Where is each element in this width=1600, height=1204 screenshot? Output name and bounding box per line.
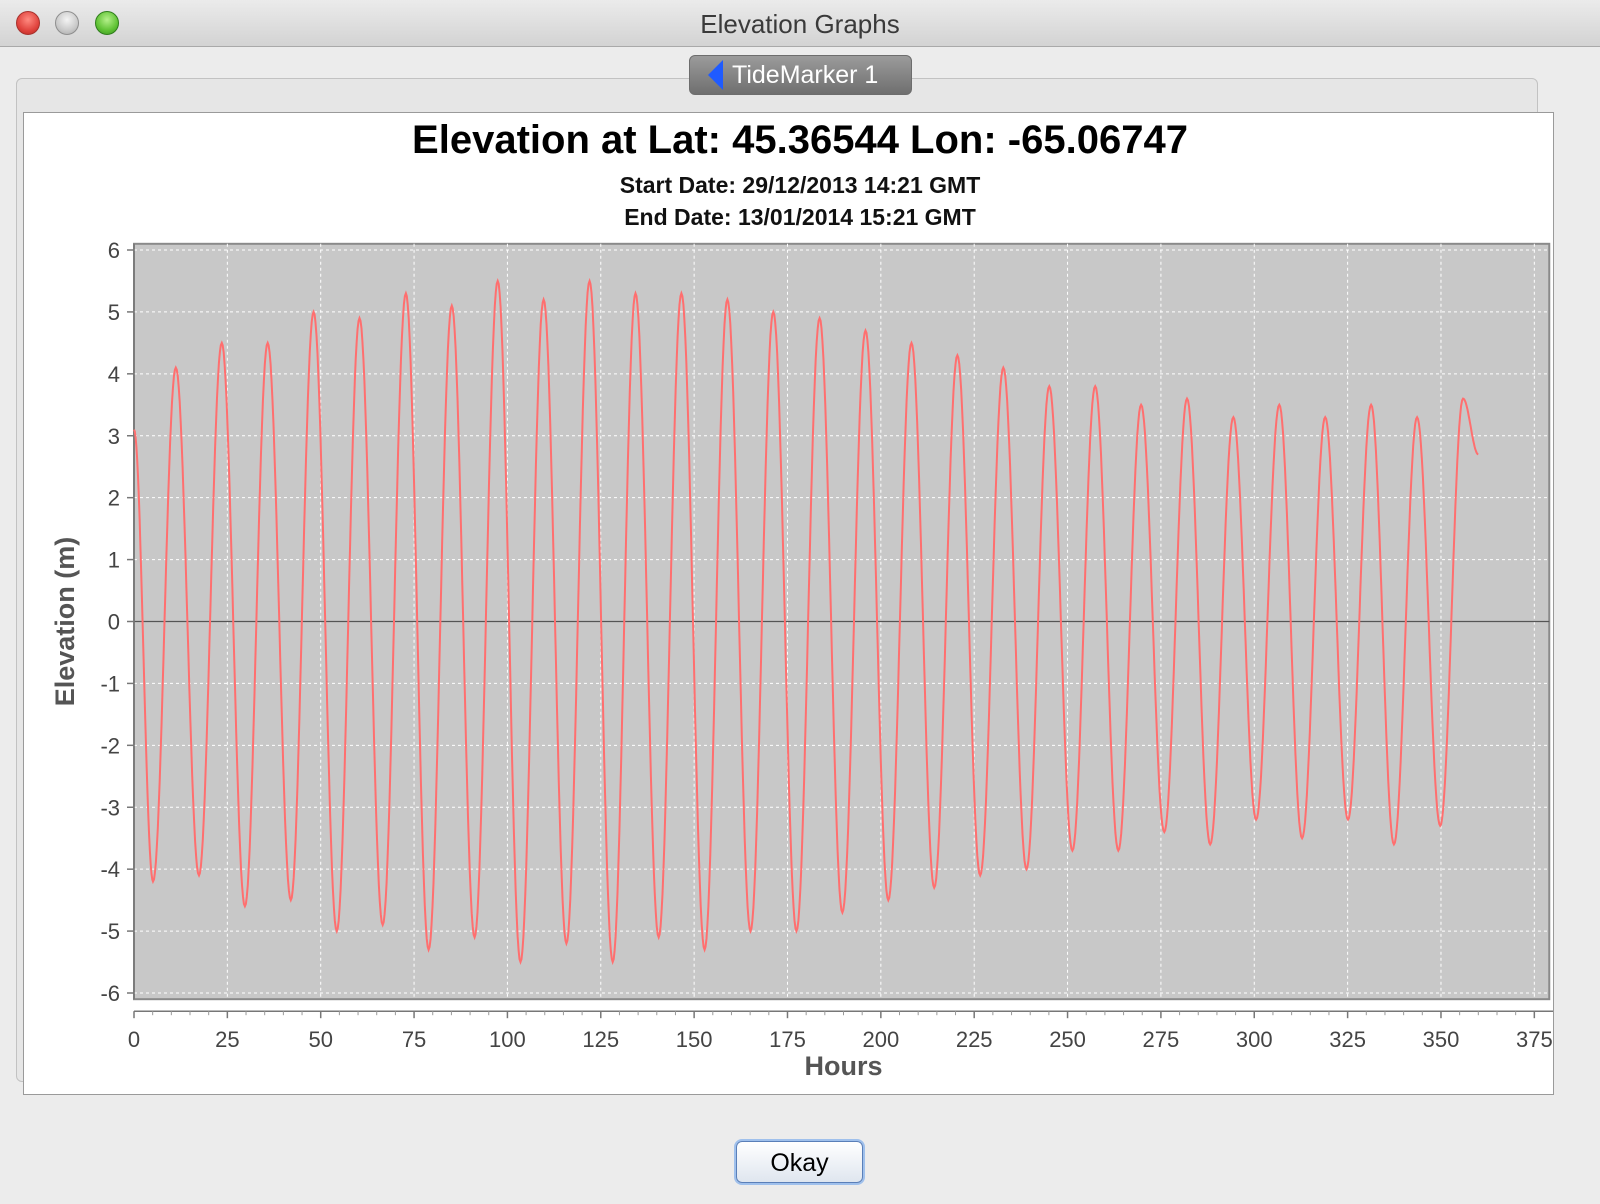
tab-tidemarker[interactable]: TideMarker 1 (689, 55, 912, 95)
x-tick-label: 25 (215, 1027, 239, 1052)
y-tick-label: 6 (108, 238, 120, 263)
y-tick-label: 1 (108, 548, 120, 573)
y-tick-label: -2 (100, 733, 120, 758)
y-tick-label: -1 (100, 671, 120, 696)
x-tick-label: 75 (402, 1027, 426, 1052)
y-tick-label: 3 (108, 424, 120, 449)
x-tick-label: 225 (956, 1027, 993, 1052)
y-axis-label: Elevation (m) (50, 537, 80, 707)
x-tick-label: 300 (1236, 1027, 1273, 1052)
x-tick-label: 175 (769, 1027, 806, 1052)
elevation-chart: -6 -5 -4 -3 -2 -1 0 1 2 3 4 5 6 0 25 50 75 100 125 150 175 20… (50, 238, 1553, 1081)
x-tick-label: 125 (582, 1027, 619, 1052)
y-tick-label: 4 (108, 362, 120, 387)
y-tick-label: -3 (100, 795, 120, 820)
x-tick-label: 350 (1423, 1027, 1460, 1052)
y-tick-label: 0 (108, 610, 120, 635)
y-tick-label: -5 (100, 919, 120, 944)
y-tick-label: -6 (100, 981, 120, 1006)
left-arrow-icon[interactable] (708, 60, 723, 90)
x-tick-label: 375 (1516, 1027, 1553, 1052)
y-tick-label: 5 (108, 300, 120, 325)
y-tick-label: -4 (100, 857, 120, 882)
x-tick-label: 100 (489, 1027, 526, 1052)
x-tick-label: 150 (676, 1027, 713, 1052)
x-tick-label: 200 (862, 1027, 899, 1052)
x-tick-label: 250 (1049, 1027, 1086, 1052)
okay-button[interactable]: Okay (736, 1141, 863, 1183)
x-axis-label: Hours (804, 1051, 882, 1081)
x-tick-label: 325 (1329, 1027, 1366, 1052)
tab-label: TideMarker 1 (732, 61, 879, 89)
x-tick-label: 275 (1143, 1027, 1180, 1052)
y-tick-label: 2 (108, 486, 120, 511)
x-tick-label: 0 (128, 1027, 140, 1052)
x-tick-label: 50 (308, 1027, 332, 1052)
